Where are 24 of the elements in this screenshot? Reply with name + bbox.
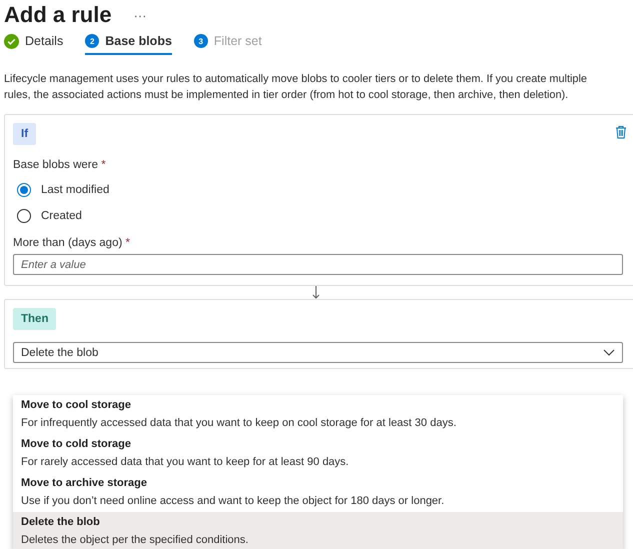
dropdown-option[interactable]: Delete the blob Deletes the object per the specified conditions. bbox=[13, 512, 623, 549]
checkmark-icon bbox=[4, 34, 19, 48]
then-tag: Then bbox=[13, 308, 56, 330]
wizard-step-tab[interactable]: 2 Base blobs bbox=[85, 35, 172, 55]
wizard-step-tab[interactable]: 3 Filter set bbox=[194, 35, 262, 55]
if-tag: If bbox=[13, 123, 36, 145]
step-number: 2 bbox=[85, 34, 100, 48]
dropdown-option[interactable]: Move to cool storage For infrequently accessed data that you want to keep on cool storage for at least 30 days. bbox=[13, 395, 623, 434]
step-number: 3 bbox=[194, 34, 208, 48]
wizard-step-tab[interactable]: Details bbox=[4, 35, 64, 55]
days-input-field[interactable]: Enter a value bbox=[13, 254, 623, 275]
chevron-down-icon bbox=[603, 348, 615, 356]
trash-icon[interactable] bbox=[615, 125, 627, 139]
more-button[interactable]: ··· bbox=[134, 8, 147, 22]
field-label: More than (days ago) * bbox=[13, 237, 131, 249]
field-label: Base blobs were * bbox=[13, 159, 107, 171]
radio-option[interactable]: Created bbox=[17, 209, 82, 223]
down-arrow-icon bbox=[312, 286, 320, 299]
dropdown-option[interactable]: Move to cold storage For rarely accessed data that you want to keep for at least 90 days. bbox=[13, 434, 623, 473]
dropdown-option[interactable]: Move to archive storage Use if you don’t need online access and want to keep the object for 180 days or longer. bbox=[13, 473, 623, 512]
radio-option[interactable]: Last modified bbox=[17, 183, 110, 197]
action-dropdown[interactable]: Delete the blob bbox=[13, 342, 623, 363]
page-title: Add a rule bbox=[4, 2, 112, 28]
description-text: Lifecycle management uses your rules to automatically move blobs to cooler tiers or to delete them. If you create multiple rules, the associated actions must be implemented in tier order (from hot to cool storage, then archive, then deletion). bbox=[4, 72, 588, 103]
